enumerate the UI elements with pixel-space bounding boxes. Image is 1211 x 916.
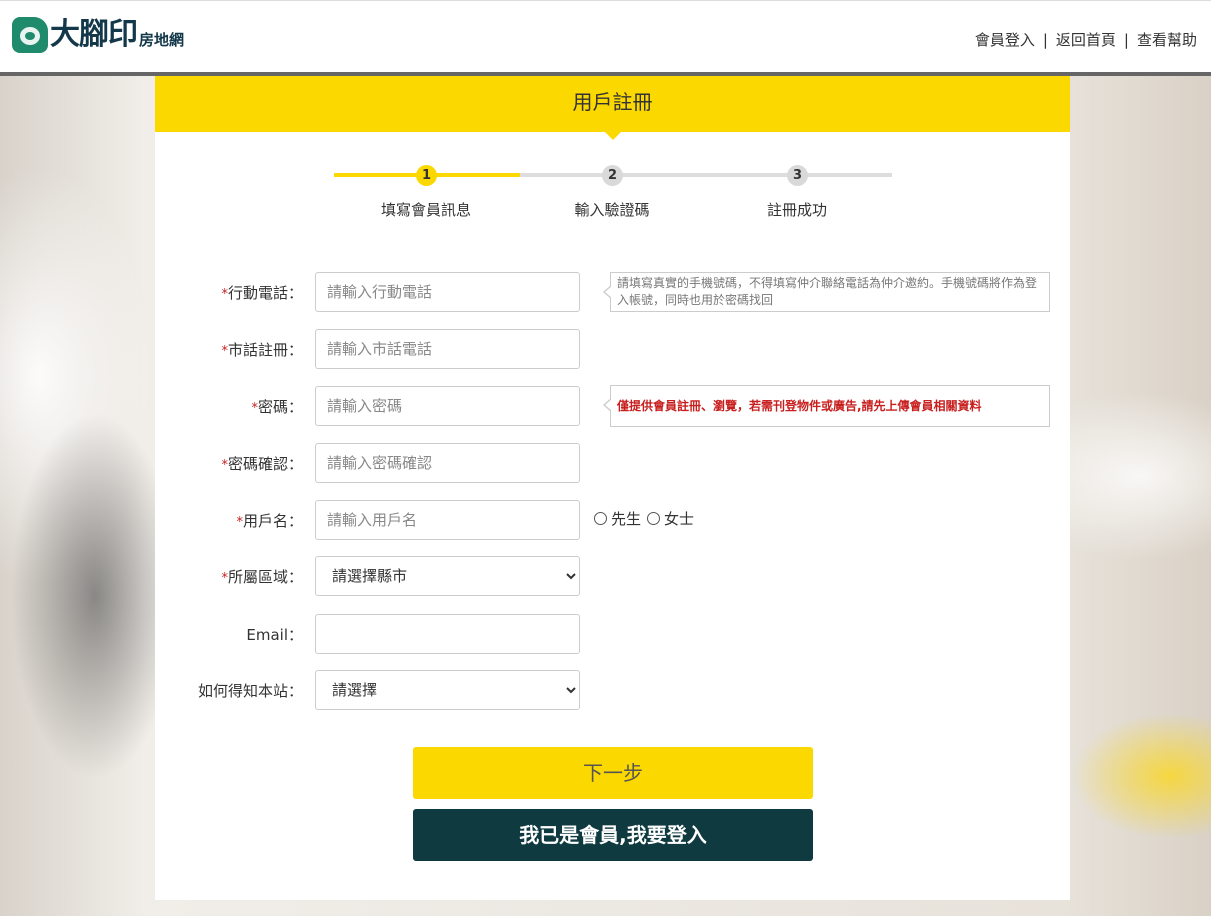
region-select[interactable]: 請選擇縣市	[315, 556, 580, 596]
password-confirm-label: *密碼確認：	[221, 455, 303, 473]
referral-label: 如何得知本站：	[197, 682, 303, 700]
username-label: *用戶名：	[236, 512, 303, 530]
mobile-tip: 請填寫真實的手機號碼，不得填寫仲介聯絡電話為仲介邀約。手機號碼將作為登入帳號，同…	[603, 272, 1050, 312]
step-3-label: 註冊成功	[766, 201, 827, 219]
password-confirm-input[interactable]	[315, 443, 580, 483]
nav-separator: |	[1042, 30, 1048, 49]
password-confirm-row: *密碼確認：	[155, 443, 1070, 483]
register-panel: 用戶註冊 1 2 3 填寫會員訊息 輸入驗證碼 註冊成功 *行動電話： 請填寫真…	[155, 76, 1070, 900]
step-2-label: 輸入驗證碼	[574, 201, 650, 219]
email-row: Email：	[155, 614, 1070, 654]
member-login-button[interactable]: 我已是會員,我要登入	[413, 809, 813, 861]
referral-select[interactable]: 請選擇	[315, 670, 580, 710]
nav-login-link[interactable]: 會員登入	[975, 29, 1035, 50]
logo-brand-name: 大腳印	[50, 17, 138, 52]
site-logo[interactable]: 大腳印 房地網	[12, 13, 184, 53]
landline-input[interactable]	[315, 329, 580, 369]
mobile-input[interactable]	[315, 272, 580, 312]
landline-row: *市話註冊：	[155, 329, 1070, 369]
next-step-button[interactable]: 下一步	[413, 747, 813, 799]
username-input[interactable]	[315, 500, 580, 540]
email-label: Email：	[246, 626, 303, 644]
password-tip: 僅提供會員註冊、瀏覽，若需刊登物件或廣告,請先上傳會員相關資料	[603, 385, 1050, 427]
step-2-dot: 2	[602, 165, 623, 186]
password-input[interactable]	[315, 386, 580, 426]
site-header: 大腳印 房地網 會員登入 | 返回首頁 | 查看幫助	[0, 0, 1211, 72]
step-1-dot: 1	[416, 165, 437, 186]
nav-home-link[interactable]: 返回首頁	[1056, 29, 1116, 50]
password-row: *密碼： 僅提供會員註冊、瀏覽，若需刊登物件或廣告,請先上傳會員相關資料	[155, 385, 1070, 427]
region-row: *所屬區域： 請選擇縣市	[155, 556, 1070, 596]
mobile-label: *行動電話：	[221, 284, 303, 302]
top-nav: 會員登入 | 返回首頁 | 查看幫助	[975, 29, 1197, 50]
nav-help-link[interactable]: 查看幫助	[1137, 29, 1197, 50]
gender-group: 先生 女士	[594, 508, 700, 529]
gender-option-ms[interactable]: 女士	[647, 508, 694, 529]
mobile-row: *行動電話： 請填寫真實的手機號碼，不得填寫仲介聯絡電話為仲介邀約。手機號碼將作…	[155, 272, 1070, 312]
step-progress: 1 2 3 填寫會員訊息 輸入驗證碼 註冊成功	[334, 165, 892, 225]
radio-circle-icon[interactable]	[647, 512, 661, 525]
region-label: *所屬區域：	[221, 568, 303, 586]
step-1-label: 填寫會員訊息	[380, 201, 471, 219]
nav-separator: |	[1123, 30, 1129, 49]
step-3-dot: 3	[787, 165, 808, 186]
logo-brand-sub: 房地網	[139, 31, 185, 49]
referral-row: 如何得知本站： 請選擇	[155, 670, 1070, 710]
footprint-logo-icon	[12, 17, 48, 53]
email-input[interactable]	[315, 614, 580, 654]
username-row: *用戶名： 先生 女士	[155, 500, 1070, 540]
landline-label: *市話註冊：	[221, 341, 303, 359]
page-title: 用戶註冊	[155, 76, 1070, 140]
gender-option-mr[interactable]: 先生	[594, 508, 641, 529]
radio-circle-icon[interactable]	[594, 512, 607, 525]
password-label: *密碼：	[251, 398, 303, 416]
